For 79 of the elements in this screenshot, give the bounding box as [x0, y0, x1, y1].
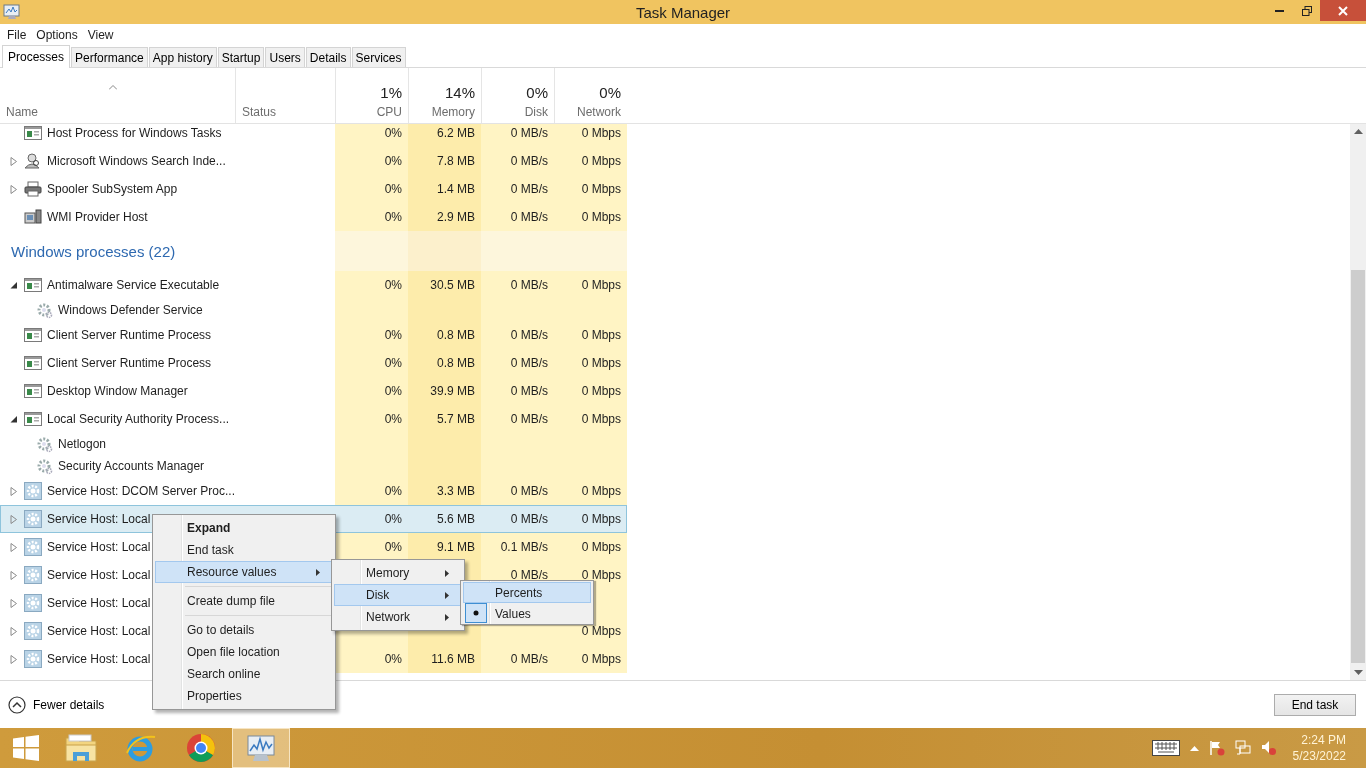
- memory-value: 39.9 MB: [430, 384, 475, 398]
- cpu-value: 0%: [384, 154, 402, 168]
- process-name: Client Server Runtime Process: [47, 356, 212, 370]
- process-name: Desktop Window Manager: [47, 384, 188, 398]
- memory-value: 7.8 MB: [437, 154, 475, 168]
- disk-value: 0 MB/s: [510, 154, 548, 168]
- cpu-value: 0%: [384, 512, 402, 526]
- disk-value: 0 MB/s: [510, 278, 548, 292]
- network-value: 0 Mbps: [581, 624, 621, 638]
- cpu-value: 0%: [384, 328, 402, 342]
- cpu-value: 0%: [384, 210, 402, 224]
- memory-value: 11.6 MB: [431, 652, 475, 666]
- disk-value: 0 MB/s: [510, 484, 548, 498]
- memory-value: 3.3 MB: [437, 484, 475, 498]
- column-total: 0%: [599, 84, 621, 101]
- service-name: Security Accounts Manager: [58, 459, 205, 473]
- service-name: Netlogon: [58, 437, 107, 451]
- column-total: 1%: [380, 84, 402, 101]
- network-value: 0 Mbps: [581, 512, 621, 526]
- disk-value: 0 MB/s: [510, 356, 548, 370]
- disk-value: 0 MB/s: [510, 210, 548, 224]
- disk-value: 0 MB/s: [510, 568, 548, 582]
- column-total: 0%: [526, 84, 548, 101]
- network-value: 0 Mbps: [581, 568, 621, 582]
- cpu-value: 0%: [384, 540, 402, 554]
- disk-value: 0 MB/s: [510, 182, 548, 196]
- cpu-value: 0%: [384, 182, 402, 196]
- network-value: 0 Mbps: [581, 126, 621, 140]
- network-value: 0 Mbps: [581, 328, 621, 342]
- disk-value: 0.1 MB/s: [500, 540, 548, 554]
- process-name: Local Security Authority Process...: [47, 412, 230, 426]
- cpu-value: 0%: [384, 652, 402, 666]
- memory-value: 5.6 MB: [437, 512, 475, 526]
- network-value: 0 Mbps: [581, 652, 621, 666]
- network-value: 0 Mbps: [581, 484, 621, 498]
- column-total: 14%: [444, 84, 475, 101]
- process-name: Antimalware Service Executable: [47, 278, 220, 292]
- memory-value: 5.7 MB: [437, 412, 475, 426]
- cpu-value: 0%: [384, 412, 402, 426]
- cpu-value: 0%: [384, 278, 402, 292]
- memory-value: 6.2 MB: [437, 126, 475, 140]
- cpu-value: 0%: [384, 484, 402, 498]
- memory-value: 9.1 MB: [437, 540, 475, 554]
- network-value: 0 Mbps: [581, 154, 621, 168]
- disk-value: 0 MB/s: [510, 328, 548, 342]
- disk-value: 0 MB/s: [510, 652, 548, 666]
- network-value: 0 Mbps: [581, 356, 621, 370]
- network-value: 0 Mbps: [581, 278, 621, 292]
- disk-value: 0 MB/s: [510, 412, 548, 426]
- network-value: 0 Mbps: [581, 540, 621, 554]
- process-name: WMI Provider Host: [47, 210, 148, 224]
- process-name: Service Host: Local: [47, 624, 151, 638]
- network-value: 0 Mbps: [581, 210, 621, 224]
- process-name: Service Host: Local: [47, 568, 151, 582]
- process-name: Service Host: Local: [47, 512, 151, 526]
- process-name: Service Host: Local: [47, 652, 151, 666]
- process-name: Client Server Runtime Process: [47, 328, 212, 342]
- process-name: Service Host: Local: [47, 540, 151, 554]
- service-name: Windows Defender Service: [58, 303, 203, 317]
- network-value: 0 Mbps: [581, 384, 621, 398]
- process-name: Host Process for Windows Tasks: [47, 126, 222, 140]
- memory-value: 2.9 MB: [437, 210, 475, 224]
- cpu-value: 0%: [384, 384, 402, 398]
- window-title: Task Manager: [635, 3, 731, 21]
- memory-value: 0.8 MB: [437, 356, 475, 370]
- disk-value: 0 MB/s: [510, 126, 548, 140]
- memory-value: 0.8 MB: [437, 328, 475, 342]
- process-name: Spooler SubSystem App: [47, 182, 178, 196]
- memory-value: 30.5 MB: [430, 278, 475, 292]
- memory-value: 1.4 MB: [437, 182, 475, 196]
- process-name: Microsoft Windows Search Inde...: [47, 154, 226, 168]
- cpu-value: 0%: [384, 356, 402, 370]
- disk-value: 0 MB/s: [510, 512, 548, 526]
- process-name: Service Host: Local: [47, 596, 151, 610]
- cpu-value: 0%: [384, 126, 402, 140]
- process-name: Service Host: DCOM Server Proc...: [47, 484, 236, 498]
- network-value: 0 Mbps: [581, 182, 621, 196]
- network-value: 0 Mbps: [581, 412, 621, 426]
- disk-value: 0 MB/s: [510, 384, 548, 398]
